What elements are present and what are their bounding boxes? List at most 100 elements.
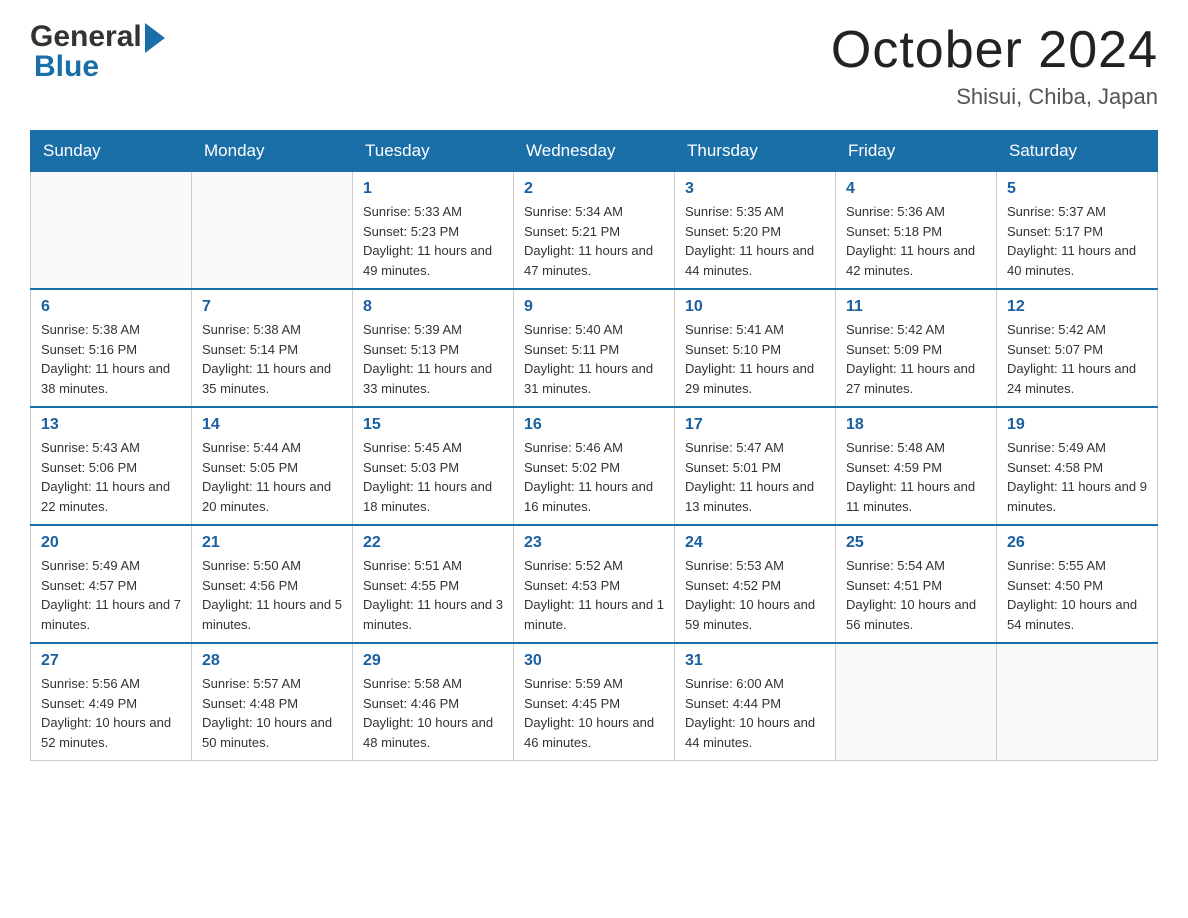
table-row: 9 Sunrise: 5:40 AMSunset: 5:11 PMDaylight… [514, 289, 675, 407]
logo-arrow-icon [145, 23, 165, 53]
table-row: 22 Sunrise: 5:51 AMSunset: 4:55 PMDayligh… [353, 525, 514, 643]
day-number: 30 [524, 652, 664, 670]
day-info: Sunrise: 5:40 AMSunset: 5:11 PMDaylight:… [524, 320, 664, 398]
day-number: 29 [363, 652, 503, 670]
day-info: Sunrise: 5:34 AMSunset: 5:21 PMDaylight:… [524, 202, 664, 280]
day-info: Sunrise: 5:57 AMSunset: 4:48 PMDaylight:… [202, 674, 342, 752]
day-info: Sunrise: 5:42 AMSunset: 5:07 PMDaylight:… [1007, 320, 1147, 398]
day-number: 21 [202, 534, 342, 552]
table-row: 6Sunrise: 5:38 AMSunset: 5:16 PMDaylight… [31, 289, 192, 407]
table-row: 15Sunrise: 5:45 AMSunset: 5:03 PMDayligh… [353, 407, 514, 525]
day-number: 17 [685, 416, 825, 434]
table-row: 19 Sunrise: 5:49 AMSunset: 4:58 PMDayligh… [997, 407, 1158, 525]
header-monday: Monday [192, 131, 353, 172]
table-row: 23 Sunrise: 5:52 AMSunset: 4:53 PMDayligh… [514, 525, 675, 643]
day-number: 16 [524, 416, 664, 434]
header-saturday: Saturday [997, 131, 1158, 172]
table-row: 8 Sunrise: 5:39 AMSunset: 5:13 PMDaylight… [353, 289, 514, 407]
title-section: October 2024 Shisui, Chiba, Japan [831, 20, 1158, 110]
table-row: 30 Sunrise: 5:59 AMSunset: 4:45 PMDayligh… [514, 643, 675, 761]
day-number: 26 [1007, 534, 1147, 552]
day-info: Sunrise: 5:53 AMSunset: 4:52 PMDaylight:… [685, 556, 825, 634]
table-row: 25 Sunrise: 5:54 AMSunset: 4:51 PMDayligh… [836, 525, 997, 643]
table-row: 1 Sunrise: 5:33 AMSunset: 5:23 PMDaylight… [353, 172, 514, 290]
day-info: Sunrise: 5:35 AMSunset: 5:20 PMDaylight:… [685, 202, 825, 280]
day-info: Sunrise: 5:52 AMSunset: 4:53 PMDaylight:… [524, 556, 664, 634]
day-number: 20 [41, 534, 181, 552]
header-friday: Friday [836, 131, 997, 172]
table-row: 27Sunrise: 5:56 AMSunset: 4:49 PMDayligh… [31, 643, 192, 761]
logo: General Blue [30, 20, 165, 84]
calendar-week-row: 20 Sunrise: 5:49 AMSunset: 4:57 PMDayligh… [31, 525, 1158, 643]
day-info: Sunrise: 5:55 AMSunset: 4:50 PMDaylight:… [1007, 556, 1147, 634]
day-number: 22 [363, 534, 503, 552]
day-number: 5 [1007, 180, 1147, 198]
day-number: 4 [846, 180, 986, 198]
day-info: Sunrise: 5:36 AMSunset: 5:18 PMDaylight:… [846, 202, 986, 280]
calendar-header-row: Sunday Monday Tuesday Wednesday Thursday… [31, 131, 1158, 172]
day-number: 24 [685, 534, 825, 552]
day-info: Sunrise: 5:51 AMSunset: 4:55 PMDaylight:… [363, 556, 503, 634]
day-info: Sunrise: 5:45 AMSunset: 5:03 PMDaylight:… [363, 438, 503, 516]
day-number: 2 [524, 180, 664, 198]
day-number: 8 [363, 298, 503, 316]
calendar-week-row: 6Sunrise: 5:38 AMSunset: 5:16 PMDaylight… [31, 289, 1158, 407]
day-number: 28 [202, 652, 342, 670]
calendar-table: Sunday Monday Tuesday Wednesday Thursday… [30, 130, 1158, 761]
table-row: 21 Sunrise: 5:50 AMSunset: 4:56 PMDayligh… [192, 525, 353, 643]
table-row: 16 Sunrise: 5:46 AMSunset: 5:02 PMDayligh… [514, 407, 675, 525]
day-info: Sunrise: 5:49 AMSunset: 4:58 PMDaylight:… [1007, 438, 1147, 516]
day-info: Sunrise: 5:49 AMSunset: 4:57 PMDaylight:… [41, 556, 181, 634]
calendar-week-row: 13Sunrise: 5:43 AMSunset: 5:06 PMDayligh… [31, 407, 1158, 525]
table-row [997, 643, 1158, 761]
calendar-week-row: 1 Sunrise: 5:33 AMSunset: 5:23 PMDaylight… [31, 172, 1158, 290]
day-number: 14 [202, 416, 342, 434]
header-wednesday: Wednesday [514, 131, 675, 172]
day-number: 18 [846, 416, 986, 434]
day-number: 3 [685, 180, 825, 198]
day-info: Sunrise: 5:41 AMSunset: 5:10 PMDaylight:… [685, 320, 825, 398]
day-info: Sunrise: 5:37 AMSunset: 5:17 PMDaylight:… [1007, 202, 1147, 280]
day-number: 11 [846, 298, 986, 316]
table-row: 24 Sunrise: 5:53 AMSunset: 4:52 PMDayligh… [675, 525, 836, 643]
table-row [836, 643, 997, 761]
day-number: 25 [846, 534, 986, 552]
day-info: Sunrise: 5:46 AMSunset: 5:02 PMDaylight:… [524, 438, 664, 516]
day-info: Sunrise: 6:00 AMSunset: 4:44 PMDaylight:… [685, 674, 825, 752]
day-number: 19 [1007, 416, 1147, 434]
day-number: 9 [524, 298, 664, 316]
table-row: 17Sunrise: 5:47 AMSunset: 5:01 PMDayligh… [675, 407, 836, 525]
day-number: 31 [685, 652, 825, 670]
day-info: Sunrise: 5:42 AMSunset: 5:09 PMDaylight:… [846, 320, 986, 398]
table-row: 5 Sunrise: 5:37 AMSunset: 5:17 PMDaylight… [997, 172, 1158, 290]
logo-general-text: General [30, 20, 142, 54]
day-info: Sunrise: 5:50 AMSunset: 4:56 PMDaylight:… [202, 556, 342, 634]
day-number: 23 [524, 534, 664, 552]
day-number: 27 [41, 652, 181, 670]
calendar-title: October 2024 [831, 20, 1158, 80]
table-row: 12Sunrise: 5:42 AMSunset: 5:07 PMDayligh… [997, 289, 1158, 407]
day-info: Sunrise: 5:39 AMSunset: 5:13 PMDaylight:… [363, 320, 503, 398]
table-row: 7Sunrise: 5:38 AMSunset: 5:14 PMDaylight… [192, 289, 353, 407]
day-info: Sunrise: 5:33 AMSunset: 5:23 PMDaylight:… [363, 202, 503, 280]
day-info: Sunrise: 5:59 AMSunset: 4:45 PMDaylight:… [524, 674, 664, 752]
day-info: Sunrise: 5:38 AMSunset: 5:16 PMDaylight:… [41, 320, 181, 398]
header-thursday: Thursday [675, 131, 836, 172]
day-number: 1 [363, 180, 503, 198]
day-info: Sunrise: 5:54 AMSunset: 4:51 PMDaylight:… [846, 556, 986, 634]
calendar-subtitle: Shisui, Chiba, Japan [831, 84, 1158, 110]
day-info: Sunrise: 5:38 AMSunset: 5:14 PMDaylight:… [202, 320, 342, 398]
table-row: 4 Sunrise: 5:36 AMSunset: 5:18 PMDaylight… [836, 172, 997, 290]
table-row: 3 Sunrise: 5:35 AMSunset: 5:20 PMDaylight… [675, 172, 836, 290]
day-info: Sunrise: 5:44 AMSunset: 5:05 PMDaylight:… [202, 438, 342, 516]
table-row: 14 Sunrise: 5:44 AMSunset: 5:05 PMDayligh… [192, 407, 353, 525]
table-row: 31 Sunrise: 6:00 AMSunset: 4:44 PMDayligh… [675, 643, 836, 761]
table-row: 10Sunrise: 5:41 AMSunset: 5:10 PMDayligh… [675, 289, 836, 407]
day-info: Sunrise: 5:48 AMSunset: 4:59 PMDaylight:… [846, 438, 986, 516]
table-row [31, 172, 192, 290]
table-row: 26 Sunrise: 5:55 AMSunset: 4:50 PMDayligh… [997, 525, 1158, 643]
day-number: 13 [41, 416, 181, 434]
table-row: 20 Sunrise: 5:49 AMSunset: 4:57 PMDayligh… [31, 525, 192, 643]
day-info: Sunrise: 5:58 AMSunset: 4:46 PMDaylight:… [363, 674, 503, 752]
table-row: 13Sunrise: 5:43 AMSunset: 5:06 PMDayligh… [31, 407, 192, 525]
